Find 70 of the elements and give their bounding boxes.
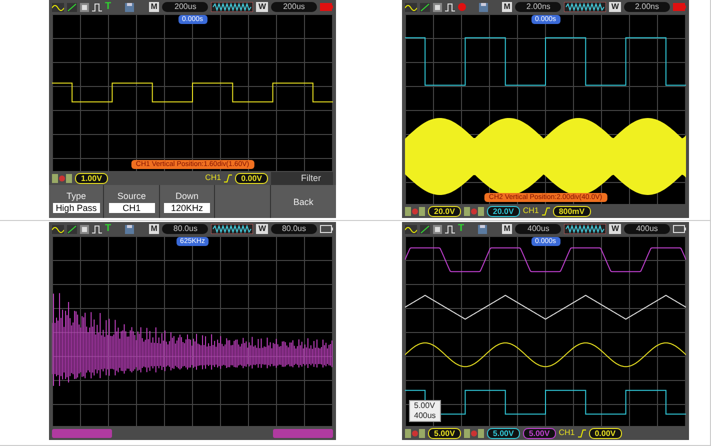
- option-value: 120KHz: [164, 202, 210, 212]
- back-button[interactable]: Back: [270, 185, 336, 218]
- wave-icon[interactable]: [405, 224, 417, 234]
- channel-label: CH1: [558, 428, 575, 438]
- window-label: W: [609, 2, 621, 12]
- voltage-readout: 5.00V: [428, 428, 461, 438]
- channel-label: CH1: [205, 173, 222, 183]
- rising-edge-icon: [578, 428, 586, 438]
- option-label: Type: [66, 190, 86, 200]
- window-readout: 400us: [624, 224, 670, 234]
- window-readout: 200us: [271, 2, 317, 12]
- ramp-icon[interactable]: [420, 2, 430, 12]
- timebase-readout: 2.00ns: [515, 2, 562, 12]
- option-value: High Pass: [52, 202, 100, 212]
- wave-icon[interactable]: [52, 224, 64, 234]
- voltage-readout: 0.00V: [588, 428, 622, 438]
- trigger-mark: T: [105, 224, 112, 234]
- trigger-mark: T: [458, 224, 464, 234]
- voltage-readout: 20.0V: [486, 206, 520, 216]
- pulse-icon[interactable]: [92, 224, 102, 234]
- pulse-icon[interactable]: [445, 224, 455, 234]
- menu-option[interactable]: Type High Pass: [49, 185, 104, 218]
- timebase-readout: 400us: [515, 224, 562, 234]
- ramp-icon[interactable]: [420, 224, 430, 234]
- menu-label: M: [502, 224, 512, 234]
- window-label: W: [256, 224, 268, 234]
- channel-label: CH1: [522, 206, 539, 216]
- menu-label: M: [148, 224, 160, 234]
- menu-option[interactable]: Down 120KHz: [160, 185, 214, 218]
- stop-dot-icon: [458, 3, 466, 11]
- menu-title: Filter: [271, 172, 333, 184]
- option-value: CH1: [108, 202, 155, 212]
- pulse-icon[interactable]: [445, 2, 455, 12]
- menu-label: M: [148, 2, 160, 12]
- voltage-readout: 1.00V: [75, 172, 108, 184]
- voltage-readout: 0.00V: [235, 172, 268, 184]
- window-readout: 80.0us: [271, 224, 317, 234]
- trigger-mark: T: [105, 2, 112, 12]
- pulse-icon[interactable]: [92, 2, 102, 12]
- menu-label: M: [502, 2, 512, 12]
- wave-icon[interactable]: [52, 2, 64, 12]
- memory-wave-icon: [211, 2, 254, 12]
- save-icon[interactable]: [125, 224, 134, 234]
- ramp-icon[interactable]: [67, 224, 77, 234]
- rising-edge-icon: [224, 174, 232, 182]
- voltage-readout: 5.00V: [486, 428, 520, 438]
- wave-icon[interactable]: [405, 2, 417, 12]
- status-tag: [273, 428, 333, 438]
- window-label: W: [256, 2, 268, 12]
- memory-wave-icon: [211, 224, 254, 234]
- timebase-readout: 80.0us: [162, 224, 208, 234]
- voltage-readout: 20.0V: [428, 206, 461, 216]
- memory-wave-icon: [564, 2, 606, 12]
- window-readout: 2.00ns: [624, 2, 670, 12]
- window-label: W: [609, 224, 621, 234]
- voltage-readout: 800mV: [552, 206, 591, 216]
- save-icon[interactable]: [479, 2, 488, 12]
- option-label: Source: [117, 190, 146, 200]
- save-icon[interactable]: [125, 2, 134, 12]
- ramp-icon[interactable]: [67, 2, 77, 12]
- info-text: 400us: [413, 411, 437, 421]
- voltage-readout: 5.00V: [522, 428, 556, 438]
- rising-edge-icon: [542, 206, 550, 216]
- info-text: 5.00V: [413, 401, 436, 411]
- memory-wave-icon: [564, 224, 606, 234]
- timebase-readout: 200us: [162, 2, 208, 12]
- menu-option[interactable]: Source CH1: [104, 185, 159, 218]
- save-icon[interactable]: [478, 224, 488, 234]
- option-label: Down: [176, 190, 199, 200]
- status-tag: [52, 428, 112, 438]
